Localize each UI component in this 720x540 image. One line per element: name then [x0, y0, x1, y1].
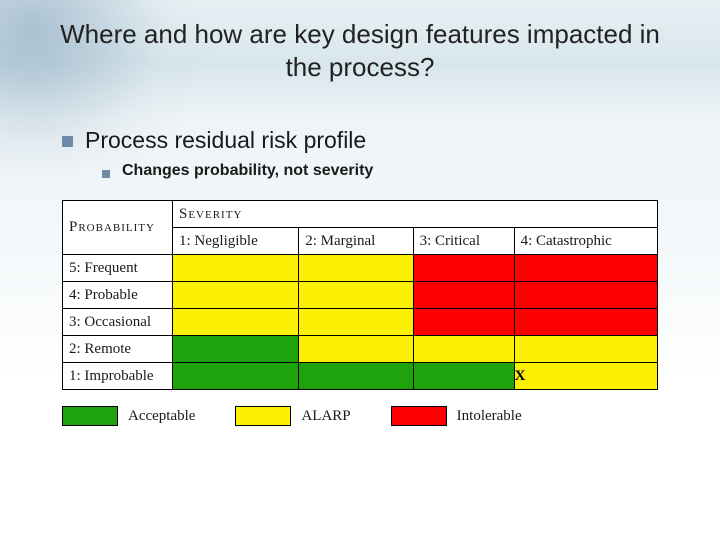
- severity-col-header: 4: Catastrophic: [514, 228, 657, 255]
- matrix-cell: [413, 282, 514, 309]
- matrix-cell: [299, 255, 413, 282]
- probability-row-header: 2: Remote: [63, 336, 173, 363]
- bullet-square-icon: [102, 170, 110, 178]
- matrix-cell: [514, 282, 657, 309]
- severity-col-header: 1: Negligible: [173, 228, 299, 255]
- matrix-row: 2: Remote: [63, 336, 658, 363]
- risk-matrix-wrap: Probability Severity 1: Negligible2: Mar…: [62, 200, 658, 390]
- matrix-header-row-1: Probability Severity: [63, 201, 658, 228]
- legend-swatch: [235, 406, 291, 426]
- slide-title: Where and how are key design features im…: [60, 18, 660, 83]
- legend-label: ALARP: [301, 408, 350, 425]
- legend-item: ALARP: [235, 406, 350, 426]
- matrix-cell: [173, 336, 299, 363]
- slide-body: Where and how are key design features im…: [0, 0, 720, 426]
- matrix-cell: [173, 255, 299, 282]
- probability-row-header: 5: Frequent: [63, 255, 173, 282]
- legend-item: Acceptable: [62, 406, 195, 426]
- matrix-cell: [413, 363, 514, 390]
- legend: Acceptable ALARP Intolerable: [62, 406, 658, 426]
- matrix-row: 1: Improbable X: [63, 363, 658, 390]
- risk-matrix-table: Probability Severity 1: Negligible2: Mar…: [62, 200, 658, 390]
- probability-row-header: 4: Probable: [63, 282, 173, 309]
- legend-swatch: [62, 406, 118, 426]
- bullet-square-icon: [62, 136, 73, 147]
- probability-row-header: 3: Occasional: [63, 309, 173, 336]
- matrix-cell: [413, 309, 514, 336]
- matrix-cell: [514, 255, 657, 282]
- matrix-cell: [173, 282, 299, 309]
- matrix-row: 4: Probable: [63, 282, 658, 309]
- matrix-cell: [299, 309, 413, 336]
- bullet-level1: Process residual risk profile: [62, 127, 684, 154]
- probability-header: Probability: [63, 201, 173, 255]
- matrix-cell: [413, 255, 514, 282]
- legend-swatch: [391, 406, 447, 426]
- bullet-l2-text: Changes probability, not severity: [122, 162, 373, 180]
- matrix-cell: [514, 336, 657, 363]
- legend-item: Intolerable: [391, 406, 522, 426]
- matrix-cell: [413, 336, 514, 363]
- matrix-cell: [299, 363, 413, 390]
- matrix-cell: [514, 309, 657, 336]
- bullet-level2: Changes probability, not severity: [102, 162, 684, 180]
- matrix-cell: [173, 363, 299, 390]
- legend-label: Acceptable: [128, 408, 195, 425]
- matrix-row: 3: Occasional: [63, 309, 658, 336]
- severity-col-header: 3: Critical: [413, 228, 514, 255]
- legend-label: Intolerable: [457, 408, 522, 425]
- probability-row-header: 1: Improbable: [63, 363, 173, 390]
- matrix-cell: [299, 336, 413, 363]
- bullet-l1-text: Process residual risk profile: [85, 127, 366, 154]
- matrix-row: 5: Frequent: [63, 255, 658, 282]
- matrix-cell: [299, 282, 413, 309]
- matrix-cell: [173, 309, 299, 336]
- matrix-cell-marked: X: [514, 363, 657, 390]
- severity-header: Severity: [173, 201, 658, 228]
- severity-col-header: 2: Marginal: [299, 228, 413, 255]
